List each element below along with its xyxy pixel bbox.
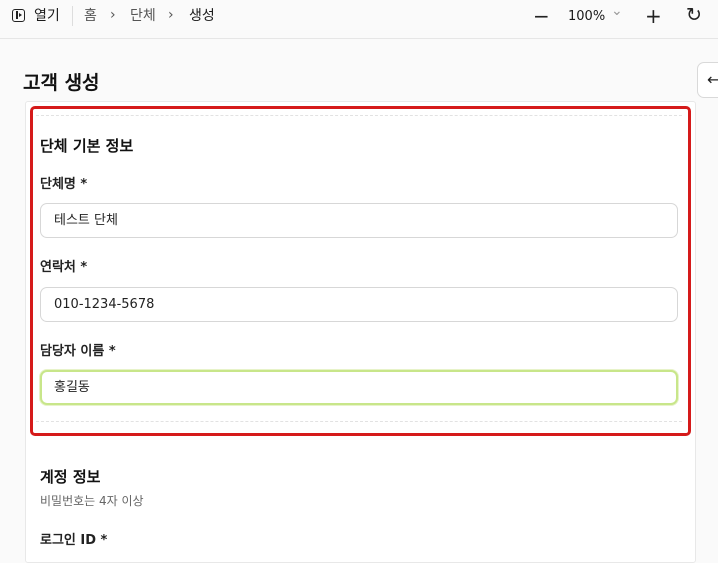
section-title-account: 계정 정보 — [40, 468, 101, 486]
top-bar: 열기 홈 › 단체 › 생성 − 100% ⌄ + ↻ — [0, 0, 718, 39]
refresh-icon[interactable]: ↻ — [686, 5, 702, 25]
breadcrumb-create: 생성 — [189, 8, 215, 24]
chevron-down-icon[interactable]: ⌄ — [611, 3, 623, 19]
breadcrumb-groups[interactable]: 단체 — [130, 8, 156, 24]
breadcrumb-home[interactable]: 홈 — [84, 8, 97, 24]
zoom-in-button[interactable]: + — [645, 6, 662, 26]
divider — [72, 6, 73, 26]
highlight-box — [30, 106, 691, 436]
sidebar-panel-icon — [12, 9, 25, 22]
zoom-level[interactable]: 100% — [568, 9, 605, 25]
open-panel-button[interactable]: 열기 — [8, 4, 64, 28]
arrow-left-icon: ← — [707, 70, 718, 89]
zoom-out-button[interactable]: − — [533, 6, 550, 26]
back-button[interactable]: ← — [697, 62, 718, 98]
page-title: 고객 생성 — [23, 72, 100, 94]
password-hint: 비밀번호는 4자 이상 — [40, 494, 144, 508]
chevron-right-icon: › — [110, 7, 116, 23]
open-label: 열기 — [34, 8, 60, 24]
chevron-right-icon: › — [168, 7, 174, 23]
